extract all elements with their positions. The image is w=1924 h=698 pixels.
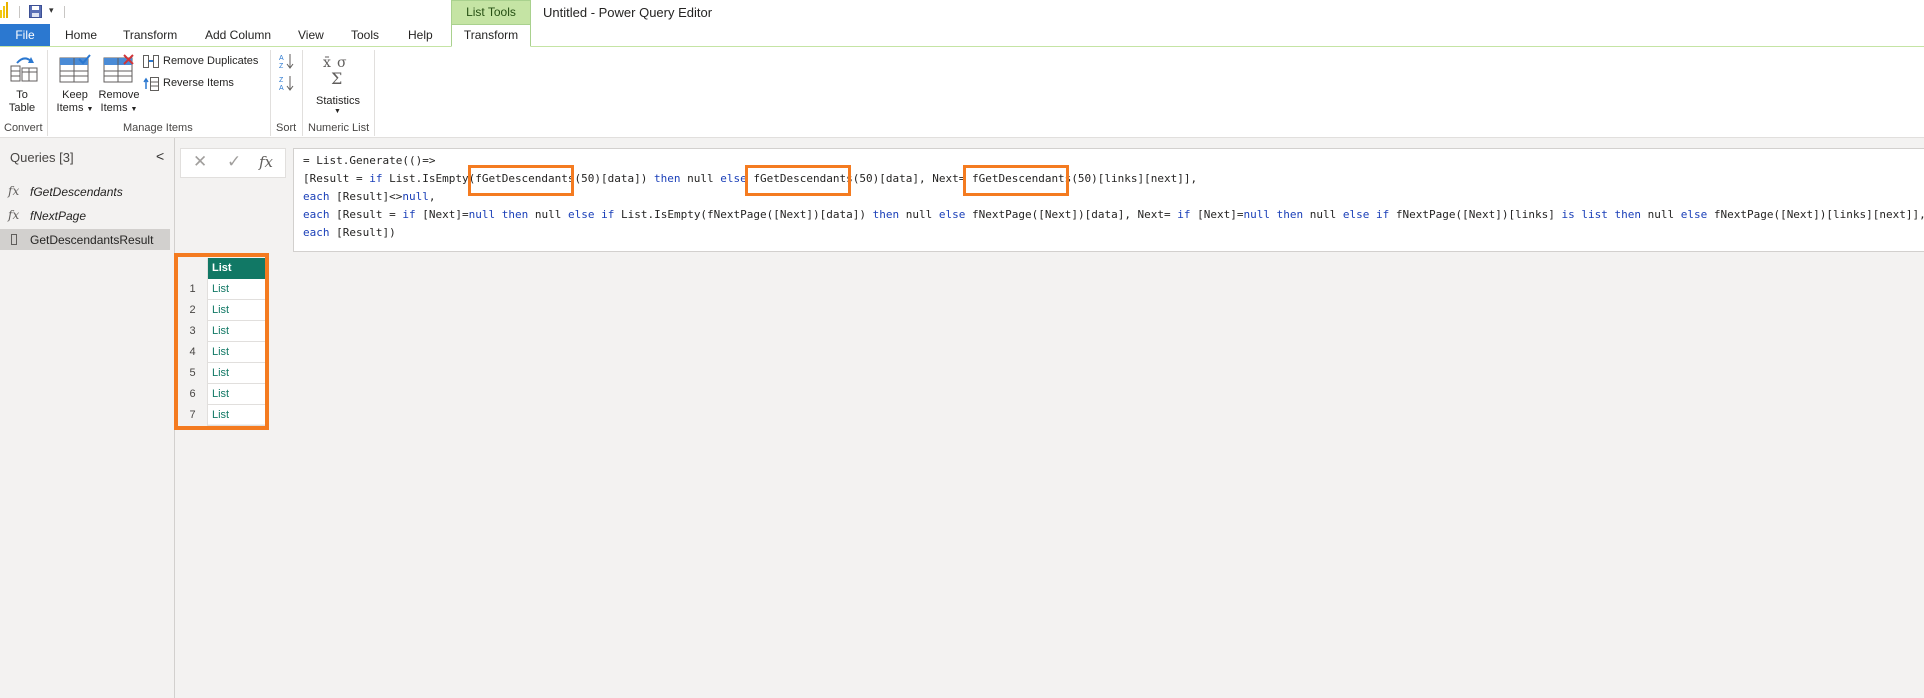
- queries-pane-title: Queries [3]: [10, 150, 74, 165]
- group-label-convert: Convert: [4, 122, 43, 134]
- statistics-button[interactable]: x̄ σ Σ Statistics ▼: [312, 52, 364, 118]
- contextual-tab-group-label: List Tools: [466, 5, 516, 19]
- query-item-fgetdescendants[interactable]: fx fGetDescendants: [0, 181, 170, 202]
- tab-help[interactable]: Help: [408, 28, 433, 42]
- cancel-formula-icon[interactable]: ✕: [193, 152, 207, 172]
- sort-descending-button[interactable]: ZA: [278, 74, 296, 92]
- window-title: Untitled - Power Query Editor: [543, 5, 713, 20]
- formula-line-5: each [Result]): [303, 226, 396, 239]
- to-table-label-2: Table: [8, 102, 36, 114]
- to-table-icon: [10, 57, 38, 82]
- sort-ascending-button[interactable]: AZ: [278, 52, 296, 70]
- insert-function-icon[interactable]: fx: [259, 153, 273, 171]
- sort-descending-icon: ZA: [279, 76, 294, 92]
- svg-text:Z: Z: [279, 77, 284, 84]
- keep-items-icon: [59, 54, 91, 83]
- commit-formula-icon[interactable]: ✓: [227, 152, 241, 172]
- tab-list-transform[interactable]: Transform: [451, 24, 531, 47]
- highlight-box: [745, 165, 851, 196]
- chevron-down-icon: ▼: [86, 106, 94, 113]
- svg-text:A: A: [279, 55, 284, 62]
- query-name: fNextPage: [30, 209, 87, 223]
- formula-buttons: ✕ ✓ fx: [180, 148, 286, 178]
- chevron-down-icon: ▼: [130, 106, 138, 113]
- tab-tools[interactable]: Tools: [351, 28, 379, 42]
- ribbon-tab-bar: [0, 24, 1924, 47]
- keep-items-label-1: Keep: [62, 89, 88, 101]
- formula-line-1: = List.Generate(()=>: [303, 154, 436, 167]
- group-separator: [374, 50, 375, 136]
- remove-items-label-1: Remove: [98, 89, 140, 101]
- highlight-box: [468, 165, 574, 196]
- query-item-getdescendantsresult[interactable]: GetDescendantsResult: [0, 229, 170, 250]
- svg-text:x̄: x̄: [323, 55, 331, 71]
- statistics-icon: x̄ σΣ: [323, 55, 347, 87]
- formula-bar[interactable]: = List.Generate(()=> [Result = if List.I…: [293, 148, 1924, 252]
- svg-text:Z: Z: [279, 63, 284, 70]
- list-query-icon: [11, 234, 17, 245]
- qat-separator: [19, 6, 20, 18]
- formula-line-3: each [Result]<>null,: [303, 190, 436, 203]
- remove-duplicates-icon: [143, 55, 159, 68]
- group-label-numeric-list: Numeric List: [308, 122, 370, 134]
- to-table-button[interactable]: To Table: [4, 52, 40, 118]
- highlight-box: [963, 165, 1069, 196]
- query-name: GetDescendantsResult: [30, 233, 154, 247]
- chevron-down-icon: ▼: [334, 108, 341, 115]
- formula-line-4: each [Result = if [Next]=null then null …: [303, 208, 1924, 221]
- group-separator: [47, 50, 48, 136]
- grid-highlight-box: [174, 253, 269, 430]
- list-tools-context-header: List Tools: [451, 0, 531, 24]
- function-icon: fx: [8, 184, 20, 198]
- svg-text:A: A: [279, 85, 284, 92]
- tab-file[interactable]: File: [0, 24, 50, 46]
- group-label-manage-items: Manage Items: [123, 122, 193, 134]
- svg-text:Σ: Σ: [331, 69, 342, 87]
- tab-home[interactable]: Home: [65, 28, 97, 42]
- query-name: fGetDescendants: [30, 185, 123, 199]
- remove-items-icon: [103, 54, 134, 83]
- query-item-fnextpage[interactable]: fx fNextPage: [0, 205, 170, 226]
- sort-ascending-icon: AZ: [279, 54, 294, 70]
- keep-items-label-2: Items ▼: [56, 102, 94, 114]
- customize-qat-icon[interactable]: ▾: [49, 5, 54, 16]
- group-separator: [270, 50, 271, 136]
- reverse-items-label: Reverse Items: [163, 77, 234, 89]
- to-table-label-1: To: [16, 89, 28, 101]
- group-separator: [302, 50, 303, 136]
- remove-duplicates-label: Remove Duplicates: [163, 55, 259, 67]
- power-bi-logo-icon: [0, 2, 8, 18]
- reverse-items-button[interactable]: Reverse Items: [143, 76, 263, 92]
- tab-transform[interactable]: Transform: [123, 28, 177, 42]
- keep-items-button[interactable]: Keep Items ▼: [54, 52, 96, 118]
- statistics-label: Statistics: [315, 95, 360, 107]
- title-bar: [0, 0, 1924, 24]
- remove-items-label-2: Items ▼: [100, 102, 138, 114]
- tab-add-column[interactable]: Add Column: [205, 28, 271, 42]
- remove-items-button[interactable]: Remove Items ▼: [97, 52, 141, 118]
- save-icon[interactable]: [29, 5, 42, 18]
- collapse-pane-icon[interactable]: <: [156, 148, 164, 164]
- group-label-sort: Sort: [276, 122, 297, 134]
- remove-duplicates-button[interactable]: Remove Duplicates: [143, 54, 263, 70]
- reverse-items-icon: [143, 77, 159, 91]
- qat-separator: [64, 6, 65, 18]
- function-icon: fx: [8, 208, 20, 222]
- tab-view[interactable]: View: [298, 28, 324, 42]
